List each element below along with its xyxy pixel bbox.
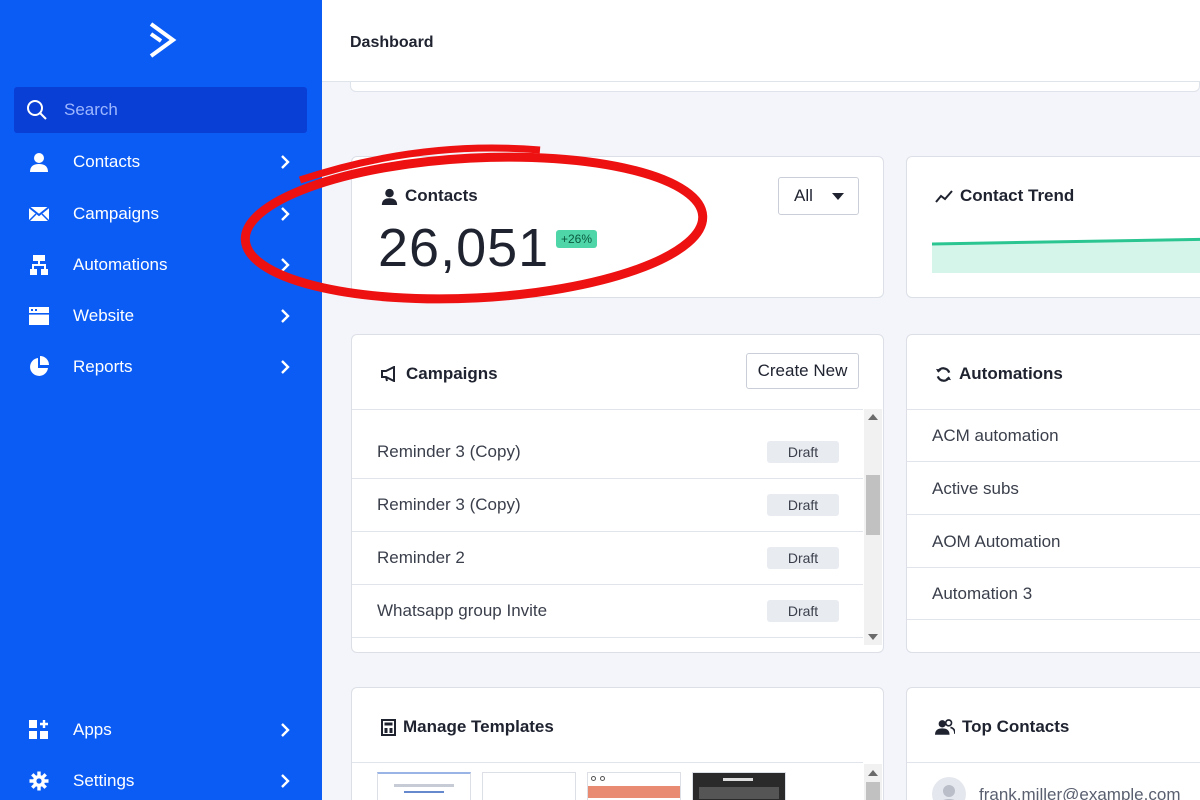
chevron-right-icon <box>281 155 290 169</box>
page-title: Dashboard <box>350 34 434 51</box>
scroll-up-arrow-icon[interactable] <box>868 770 878 776</box>
list-divider <box>907 762 1200 763</box>
chevron-right-icon <box>281 258 290 272</box>
chevron-right-icon <box>281 360 290 374</box>
campaigns-scrollbar[interactable] <box>864 409 882 645</box>
status-badge: Draft <box>767 547 839 569</box>
chevron-right-icon <box>281 723 290 737</box>
list-divider <box>352 762 863 763</box>
pie-chart-icon <box>28 356 50 378</box>
avatar <box>932 777 966 800</box>
automation-row[interactable]: AOM Automation <box>907 515 1200 568</box>
browser-window-icon <box>28 305 50 327</box>
scrollbar-thumb[interactable] <box>866 475 880 535</box>
contact-trend-card: Contact Trend <box>906 156 1200 298</box>
top-header: Dashboard <box>322 0 1200 82</box>
growth-badge: +26% <box>556 230 598 248</box>
top-contacts-title: Top Contacts <box>935 717 1069 737</box>
campaign-row[interactable]: Reminder 3 (Copy) Draft <box>352 479 863 532</box>
sitemap-icon <box>28 254 50 276</box>
person-icon <box>381 188 398 205</box>
calculator-icon <box>381 718 396 736</box>
template-thumbnail[interactable] <box>377 772 471 800</box>
chevron-right-icon <box>281 774 290 788</box>
megaphone-icon <box>381 366 395 382</box>
search-input[interactable] <box>64 100 284 120</box>
nav-item-label: Contacts <box>73 152 141 171</box>
search-box[interactable] <box>14 87 307 133</box>
contact-trend-title: Contact Trend <box>935 186 1074 206</box>
automations-card-title: Automations <box>935 364 1063 384</box>
status-badge: Draft <box>767 441 839 463</box>
nav-item-automations[interactable]: Automations <box>0 240 322 290</box>
nav-item-label: Campaigns <box>73 204 159 223</box>
automations-card: Automations ACM automation Active subs A… <box>906 334 1200 653</box>
users-icon <box>935 719 955 735</box>
nav-item-contacts[interactable]: Contacts <box>0 137 322 187</box>
contacts-count: 26,051 <box>378 218 550 278</box>
create-new-campaign-button[interactable]: Create New <box>746 353 859 389</box>
campaign-row[interactable]: Reminder 3 (Copy) Draft <box>352 426 863 479</box>
contacts-card-title: Contacts <box>381 186 478 206</box>
nav-item-label: Automations <box>73 255 168 274</box>
nav-item-label: Apps <box>73 720 112 739</box>
templates-scrollbar[interactable] <box>864 764 882 800</box>
status-badge: Draft <box>767 494 839 516</box>
scroll-down-arrow-icon[interactable] <box>868 634 878 640</box>
manage-templates-title: Manage Templates <box>381 717 554 737</box>
automation-row[interactable]: ACM automation <box>907 409 1200 462</box>
status-badge: Draft <box>767 600 839 622</box>
template-thumbnail[interactable] <box>692 772 786 800</box>
envelope-icon <box>28 203 50 225</box>
manage-templates-card: Manage Templates <box>351 687 884 800</box>
scrollbar-thumb[interactable] <box>866 782 880 800</box>
nav-item-settings[interactable]: Settings <box>0 756 322 800</box>
nav-item-label: Settings <box>73 771 135 790</box>
person-icon <box>28 151 50 173</box>
campaign-row[interactable]: Whatsapp group Invite Draft <box>352 585 863 638</box>
nav-item-campaigns[interactable]: Campaigns <box>0 189 322 239</box>
automation-row[interactable]: Automation 3 <box>907 567 1200 620</box>
apps-grid-icon <box>28 719 50 741</box>
header-card-edge <box>350 82 1200 92</box>
scroll-up-arrow-icon[interactable] <box>868 414 878 420</box>
sidebar: Contacts Campaigns Automations Website R… <box>0 0 322 800</box>
campaigns-card: Campaigns Create New Reminder 3 (Copy) D… <box>351 334 884 653</box>
trend-line-icon <box>935 190 953 203</box>
gear-icon <box>28 770 50 792</box>
refresh-icon <box>935 366 952 382</box>
campaigns-card-title: Campaigns <box>381 364 498 384</box>
nav-item-apps[interactable]: Apps <box>0 705 322 755</box>
automation-row[interactable]: Active subs <box>907 462 1200 515</box>
contacts-filter-select[interactable]: All <box>778 177 859 215</box>
contacts-card: Contacts 26,051 +26% All <box>351 156 884 298</box>
chevron-right-icon <box>281 309 290 323</box>
nav-item-website[interactable]: Website <box>0 291 322 341</box>
list-divider <box>352 409 863 410</box>
contact-trend-sparkline <box>932 237 1200 273</box>
campaign-row[interactable]: Reminder 2 Draft <box>352 532 863 585</box>
nav-item-label: Website <box>73 306 135 325</box>
nav-item-reports[interactable]: Reports <box>0 342 322 392</box>
caret-down-icon <box>832 193 844 200</box>
template-thumbnail[interactable] <box>482 772 576 800</box>
top-contacts-card: Top Contacts frank.miller@example.com <box>906 687 1200 800</box>
nav-item-label: Reports <box>73 357 133 376</box>
search-icon <box>27 100 47 120</box>
brand-logo-icon[interactable] <box>145 22 179 62</box>
template-thumbnail[interactable] <box>587 772 681 800</box>
top-contact-email[interactable]: frank.miller@example.com <box>979 785 1180 800</box>
chevron-right-icon <box>281 207 290 221</box>
